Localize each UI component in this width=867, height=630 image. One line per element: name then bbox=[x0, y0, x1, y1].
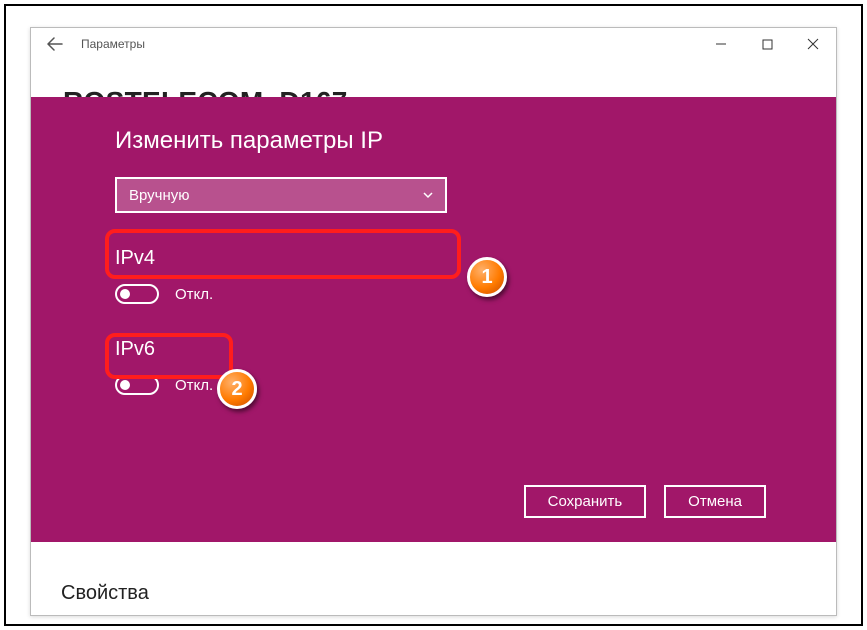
ipv6-label: IPv6 bbox=[115, 338, 766, 361]
window-title: Параметры bbox=[81, 37, 145, 51]
back-button[interactable] bbox=[41, 30, 69, 58]
back-arrow-icon bbox=[47, 36, 63, 52]
close-icon bbox=[807, 38, 819, 50]
titlebar: Параметры bbox=[31, 28, 836, 60]
ipv4-label: IPv4 bbox=[115, 247, 766, 270]
modal-title: Изменить параметры IP bbox=[115, 127, 766, 155]
chevron-down-icon bbox=[421, 188, 435, 202]
properties-heading: Свойства bbox=[61, 582, 149, 605]
ip-settings-modal: Изменить параметры IP Вручную IPv4 Откл.… bbox=[31, 97, 836, 542]
minimize-icon bbox=[715, 38, 727, 50]
settings-window: Параметры ROSTELECOM_D167 Свойства Измен… bbox=[30, 27, 837, 616]
ipv4-toggle[interactable] bbox=[115, 284, 159, 304]
ipv4-state: Откл. bbox=[175, 286, 213, 303]
maximize-icon bbox=[762, 39, 773, 50]
ip-mode-dropdown[interactable]: Вручную bbox=[115, 177, 447, 213]
ipv6-toggle-row: Откл. bbox=[115, 375, 766, 395]
modal-footer: Сохранить Отмена bbox=[524, 485, 766, 518]
dropdown-value: Вручную bbox=[129, 187, 190, 204]
close-button[interactable] bbox=[790, 28, 836, 60]
ipv6-state: Откл. bbox=[175, 377, 213, 394]
maximize-button[interactable] bbox=[744, 28, 790, 60]
ipv4-toggle-row: Откл. bbox=[115, 284, 766, 304]
save-button[interactable]: Сохранить bbox=[524, 485, 647, 518]
minimize-button[interactable] bbox=[698, 28, 744, 60]
ipv6-toggle[interactable] bbox=[115, 375, 159, 395]
cancel-button[interactable]: Отмена bbox=[664, 485, 766, 518]
window-controls bbox=[698, 28, 836, 60]
